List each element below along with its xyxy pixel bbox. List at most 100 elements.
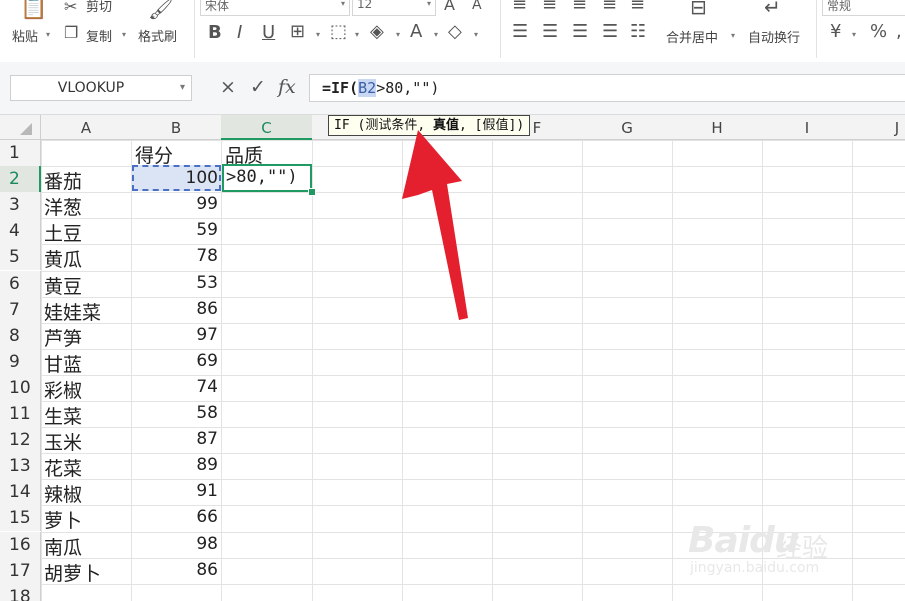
cell-b16[interactable]: 98	[132, 534, 218, 554]
format-painter-button[interactable]: 格式刷	[138, 26, 177, 45]
thousands-separator-icon[interactable]: ,	[896, 23, 902, 41]
cancel-formula-button[interactable]: ×	[220, 76, 236, 98]
cell-a17[interactable]: 胡萝卜	[44, 559, 101, 586]
cell-b3[interactable]: 99	[132, 194, 218, 214]
number-format-select[interactable]: 常规	[822, 0, 905, 16]
wrap-text-icon[interactable]: ↵	[764, 0, 781, 17]
cell-b15[interactable]: 66	[132, 507, 218, 527]
bold-icon[interactable]: B	[208, 24, 222, 42]
scissors-icon[interactable]: ✂	[64, 0, 77, 16]
row-header-15[interactable]: 15	[0, 505, 41, 531]
justify-icon[interactable]: ☰	[602, 23, 618, 41]
row-header-1[interactable]: 1	[0, 140, 41, 166]
font-size-select[interactable]: 12 ▾	[352, 0, 436, 16]
cell-a2[interactable]: 番茄	[44, 167, 82, 194]
cell-a15[interactable]: 萝卜	[44, 506, 82, 533]
cell-b2[interactable]: 100	[132, 168, 218, 188]
column-header-j[interactable]: J	[852, 115, 905, 140]
cell-a10[interactable]: 彩椒	[44, 376, 82, 403]
cell-a6[interactable]: 黄豆	[44, 272, 82, 299]
cell-a12[interactable]: 玉米	[44, 428, 82, 455]
cell-b14[interactable]: 91	[132, 481, 218, 501]
align-right-icon[interactable]: ☰	[572, 23, 588, 41]
cell-b9[interactable]: 69	[132, 351, 218, 371]
column-header-b[interactable]: B	[131, 115, 221, 140]
row-header-2[interactable]: 2	[0, 166, 41, 192]
select-all-corner[interactable]	[0, 115, 41, 140]
font-size-dropdown-icon[interactable]: ▾	[427, 0, 431, 8]
row-header-3[interactable]: 3	[0, 192, 41, 218]
align-left-icon[interactable]: ☰	[512, 23, 528, 41]
row-header-18[interactable]: 18	[0, 584, 41, 601]
cell-b7[interactable]: 86	[132, 299, 218, 319]
column-header-g[interactable]: G	[582, 115, 672, 140]
format-painter-icon[interactable]: 🖌	[148, 0, 173, 19]
paste-dropdown-icon[interactable]: ▾	[46, 30, 50, 39]
cell-b10[interactable]: 74	[132, 377, 218, 397]
percent-button[interactable]: %	[870, 23, 887, 41]
cell-a13[interactable]: 花菜	[44, 454, 82, 481]
copy-icon[interactable]: ❐	[64, 24, 78, 42]
border-icon[interactable]: ⊞	[290, 23, 305, 41]
align-top-icon[interactable]: ≡	[512, 0, 527, 14]
cell-a3[interactable]: 洋葱	[44, 193, 82, 220]
font-grow-icon[interactable]: A	[444, 0, 455, 14]
distributed-icon[interactable]: ☷	[630, 23, 646, 41]
currency-button[interactable]: ¥	[830, 23, 841, 41]
eraser-icon[interactable]: ◇	[448, 23, 462, 41]
border-dropdown-icon[interactable]: ▾	[316, 30, 320, 39]
cell-a11[interactable]: 生菜	[44, 402, 82, 429]
font-color-dropdown-icon[interactable]: ▾	[434, 30, 438, 39]
cell-c2-editor[interactable]: >80,"")	[222, 164, 312, 192]
row-header-16[interactable]: 16	[0, 532, 41, 558]
row-header-9[interactable]: 9	[0, 349, 41, 375]
confirm-formula-button[interactable]: ✓	[250, 76, 266, 98]
cell-b5[interactable]: 78	[132, 246, 218, 266]
font-name-dropdown-icon[interactable]: ▾	[341, 0, 345, 8]
paste-button[interactable]: 粘贴	[12, 26, 38, 45]
align-middle-icon[interactable]: ≡	[542, 0, 557, 14]
column-header-c[interactable]: C	[221, 115, 312, 140]
tooltip-arg-condition[interactable]: 测试条件	[365, 118, 417, 133]
font-name-select[interactable]: 宋体 ▾	[200, 0, 350, 16]
column-header-a[interactable]: A	[41, 115, 131, 140]
row-header-14[interactable]: 14	[0, 479, 41, 505]
cell-style-dropdown-icon[interactable]: ▾	[355, 30, 359, 39]
fill-color-dropdown-icon[interactable]: ▾	[396, 30, 400, 39]
row-header-10[interactable]: 10	[0, 375, 41, 401]
font-shrink-icon[interactable]: A	[472, 0, 482, 14]
row-header-8[interactable]: 8	[0, 323, 41, 349]
align-center-icon[interactable]: ☰	[542, 23, 558, 41]
currency-dropdown-icon[interactable]: ▾	[852, 30, 856, 39]
merge-center-icon[interactable]: ⊟	[690, 0, 707, 17]
row-header-17[interactable]: 17	[0, 558, 41, 584]
name-box-dropdown-icon[interactable]: ▾	[180, 82, 185, 93]
row-header-6[interactable]: 6	[0, 271, 41, 297]
align-bottom-icon[interactable]: ≡	[572, 0, 587, 14]
orientation-icon[interactable]: ≡	[602, 0, 617, 14]
cell-b13[interactable]: 89	[132, 455, 218, 475]
column-header-i[interactable]: I	[762, 115, 852, 140]
cell-b17[interactable]: 86	[132, 560, 218, 580]
row-header-4[interactable]: 4	[0, 218, 41, 244]
merge-center-dropdown-icon[interactable]: ▾	[731, 31, 735, 40]
formula-input[interactable]: =IF(B2>80,"")	[309, 74, 905, 102]
column-header-h[interactable]: H	[672, 115, 762, 140]
fill-handle[interactable]	[308, 188, 316, 196]
fill-color-icon[interactable]: ◈	[370, 23, 384, 41]
wrap-text-button[interactable]: 自动换行	[748, 27, 800, 46]
cell-a4[interactable]: 土豆	[44, 219, 82, 246]
cell-a5[interactable]: 黄瓜	[44, 245, 82, 272]
tooltip-arg-true-value[interactable]: 真值	[433, 118, 459, 133]
cell-a7[interactable]: 娃娃菜	[44, 298, 101, 325]
row-header-12[interactable]: 12	[0, 427, 41, 453]
cell-a8[interactable]: 芦笋	[44, 324, 82, 351]
font-color-icon[interactable]: A	[410, 23, 422, 41]
cell-b6[interactable]: 53	[132, 273, 218, 293]
insert-function-button[interactable]: fx	[278, 76, 296, 98]
merge-center-button[interactable]: 合并居中	[666, 27, 718, 46]
name-box[interactable]: VLOOKUP ▾	[10, 75, 192, 101]
cell-a9[interactable]: 甘蓝	[44, 350, 82, 377]
row-header-13[interactable]: 13	[0, 453, 41, 479]
cell-style-icon[interactable]: ⬚	[330, 23, 347, 41]
